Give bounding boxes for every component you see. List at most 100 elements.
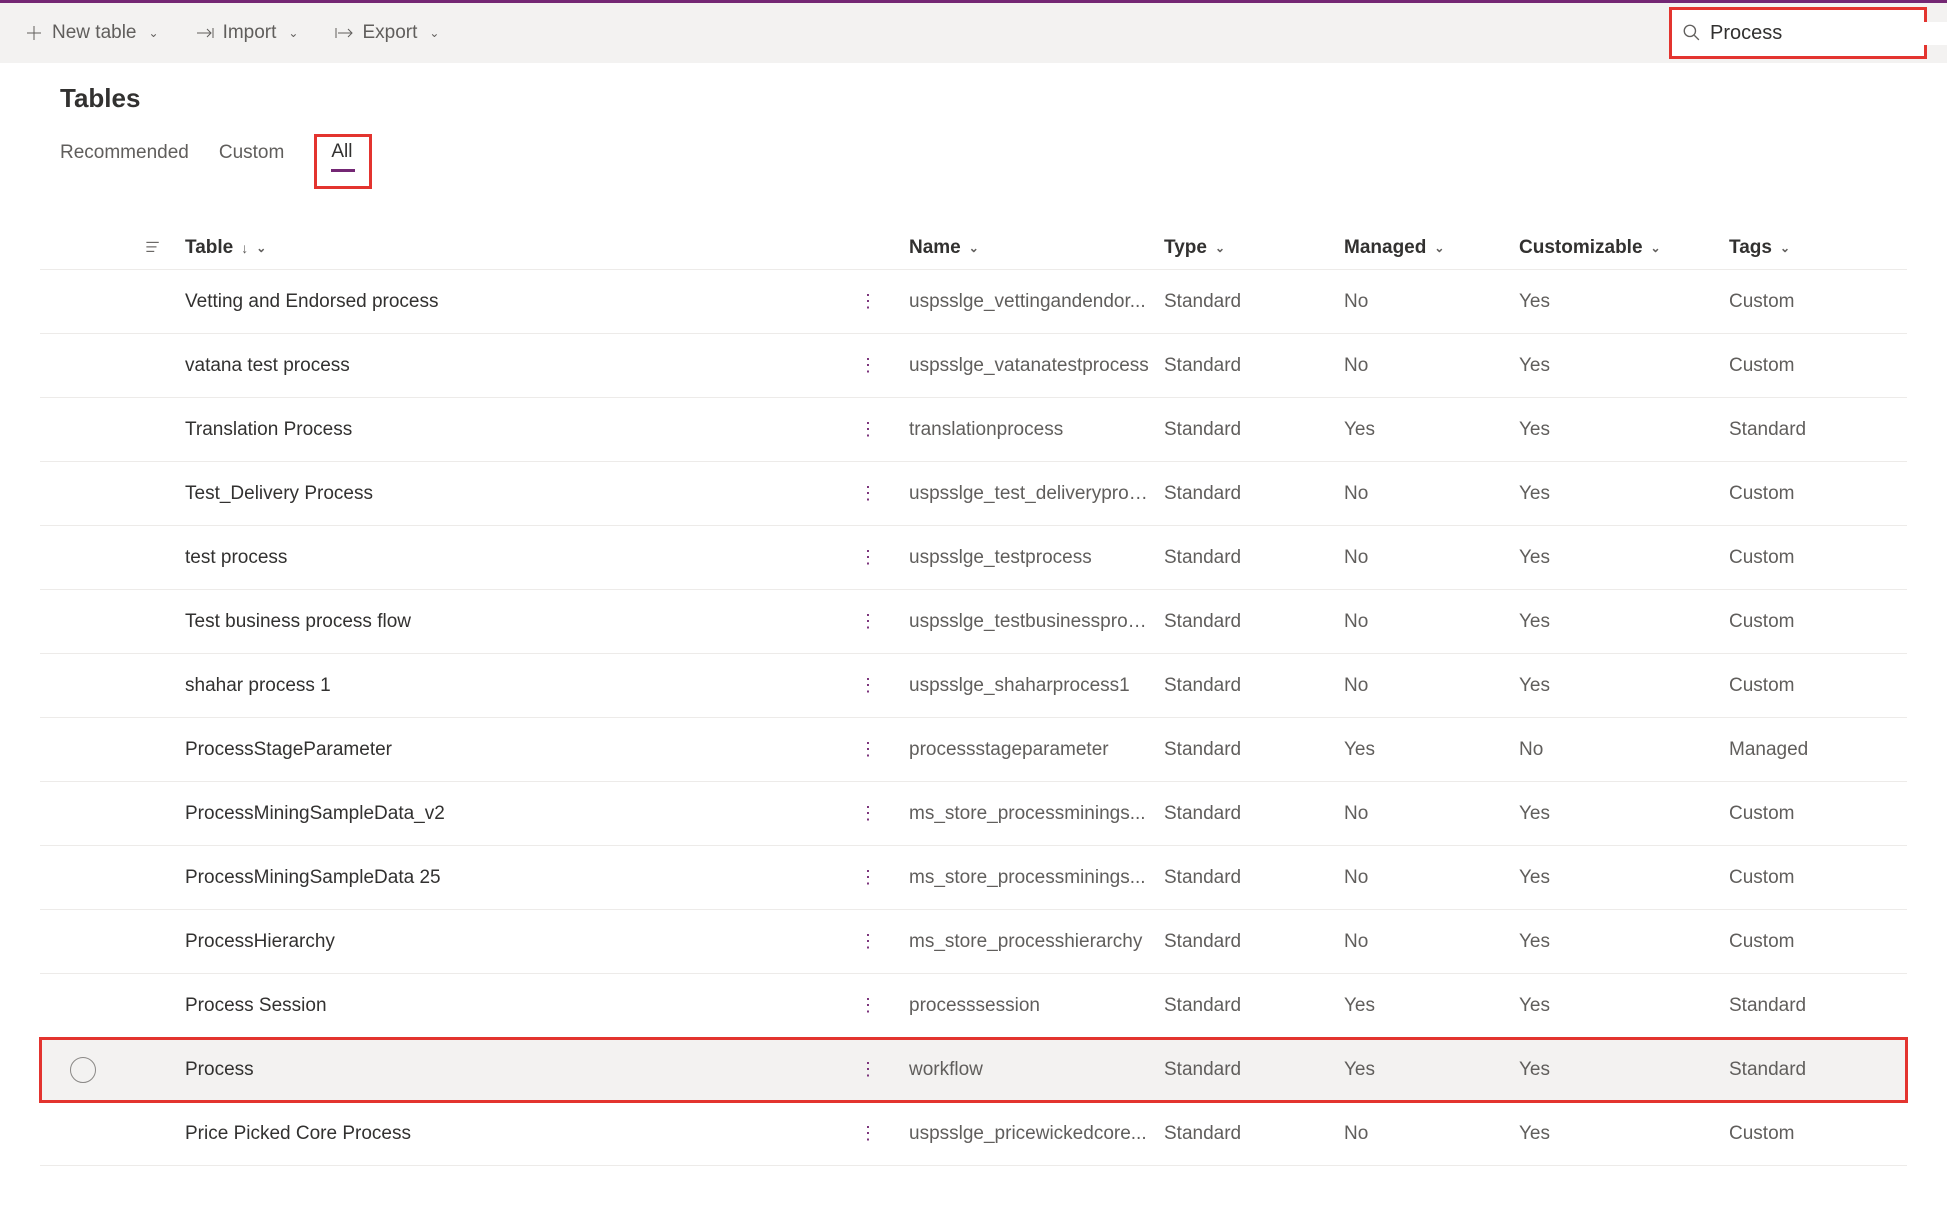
more-vertical-icon[interactable]: ⋮ <box>859 291 876 311</box>
search-box[interactable] <box>1669 7 1927 59</box>
cell-type: Standard <box>1164 355 1344 377</box>
more-vertical-icon[interactable]: ⋮ <box>859 611 876 631</box>
page-title: Tables <box>0 63 1947 124</box>
chevron-down-icon: ⌄ <box>256 241 266 255</box>
cell-table[interactable]: ProcessMiningSampleData_v2 <box>179 803 859 825</box>
more-vertical-icon[interactable]: ⋮ <box>859 483 876 503</box>
row-more-menu[interactable]: ⋮ <box>859 1059 909 1081</box>
table-row[interactable]: Process⋮workflowStandardYesYesStandard <box>40 1038 1907 1102</box>
radio-unchecked-icon[interactable] <box>70 1057 96 1083</box>
row-more-menu[interactable]: ⋮ <box>859 355 909 377</box>
column-header-type[interactable]: Type ⌄ <box>1164 237 1344 259</box>
chevron-down-icon: ⌄ <box>1215 241 1225 255</box>
row-more-menu[interactable]: ⋮ <box>859 483 909 505</box>
cell-table[interactable]: Translation Process <box>179 419 859 441</box>
more-vertical-icon[interactable]: ⋮ <box>859 931 876 951</box>
tab-all[interactable]: All <box>314 134 372 189</box>
more-vertical-icon[interactable]: ⋮ <box>859 995 876 1015</box>
table-row[interactable]: Price Picked Core Process⋮uspsslge_price… <box>40 1102 1907 1166</box>
row-more-menu[interactable]: ⋮ <box>859 611 909 633</box>
column-header-table[interactable]: Table ↓ ⌄ <box>179 237 859 259</box>
cell-customizable: Yes <box>1519 931 1729 953</box>
new-table-label: New table <box>52 22 137 44</box>
tab-custom[interactable]: Custom <box>219 134 284 176</box>
column-header-tags[interactable]: Tags ⌄ <box>1729 237 1907 259</box>
table-row[interactable]: shahar process 1⋮uspsslge_shaharprocess1… <box>40 654 1907 718</box>
new-table-button[interactable]: New table ⌄ <box>20 16 163 50</box>
cell-table[interactable]: Vetting and Endorsed process <box>179 291 859 313</box>
row-more-menu[interactable]: ⋮ <box>859 867 909 889</box>
active-tab-underline <box>331 169 355 172</box>
row-more-menu[interactable]: ⋮ <box>859 291 909 313</box>
more-vertical-icon[interactable]: ⋮ <box>859 419 876 439</box>
table-row[interactable]: ProcessHierarchy⋮ms_store_processhierarc… <box>40 910 1907 974</box>
cell-type: Standard <box>1164 1059 1344 1081</box>
cell-tags: Standard <box>1729 995 1907 1017</box>
cell-table[interactable]: Process <box>179 1059 859 1081</box>
import-label: Import <box>223 22 277 44</box>
search-input[interactable] <box>1710 22 1947 45</box>
export-button[interactable]: Export ⌄ <box>330 16 443 50</box>
row-more-menu[interactable]: ⋮ <box>859 931 909 953</box>
cell-table[interactable]: test process <box>179 547 859 569</box>
table-row[interactable]: ProcessMiningSampleData 25⋮ms_store_proc… <box>40 846 1907 910</box>
more-vertical-icon[interactable]: ⋮ <box>859 675 876 695</box>
cell-table[interactable]: Test_Delivery Process <box>179 483 859 505</box>
tabs: Recommended Custom All <box>0 124 1947 189</box>
row-more-menu[interactable]: ⋮ <box>859 803 909 825</box>
more-vertical-icon[interactable]: ⋮ <box>859 739 876 759</box>
cell-managed: No <box>1344 1123 1519 1145</box>
cell-table[interactable]: vatana test process <box>179 355 859 377</box>
cell-managed: No <box>1344 803 1519 825</box>
cell-type: Standard <box>1164 419 1344 441</box>
row-select[interactable] <box>40 1057 125 1083</box>
cell-customizable: No <box>1519 739 1729 761</box>
column-header-managed[interactable]: Managed ⌄ <box>1344 237 1519 259</box>
more-vertical-icon[interactable]: ⋮ <box>859 1123 876 1143</box>
chevron-down-icon: ⌄ <box>1434 241 1444 255</box>
table-row[interactable]: Test business process flow⋮ uspsslge_test… <box>40 590 1907 654</box>
column-header-name[interactable]: Name ⌄ <box>909 237 1164 259</box>
table-row[interactable]: Vetting and Endorsed process⋮uspsslge_ve… <box>40 270 1907 334</box>
cell-table[interactable]: ProcessMiningSampleData 25 <box>179 867 859 889</box>
row-more-menu[interactable]: ⋮ <box>859 995 909 1017</box>
export-icon <box>334 23 354 43</box>
more-vertical-icon[interactable]: ⋮ <box>859 547 876 567</box>
cell-name: ms_store_processminings... <box>909 803 1164 825</box>
cell-table[interactable]: Process Session <box>179 995 859 1017</box>
table-row[interactable]: ProcessStageParameter⋮ processstageparame… <box>40 718 1907 782</box>
cell-table[interactable]: shahar process 1 <box>179 675 859 697</box>
more-vertical-icon[interactable]: ⋮ <box>859 867 876 887</box>
tab-recommended[interactable]: Recommended <box>60 134 189 176</box>
cell-name: workflow <box>909 1059 1164 1081</box>
chevron-down-icon: ⌄ <box>288 26 298 40</box>
table-row[interactable]: test process⋮uspsslge_testprocessStandar… <box>40 526 1907 590</box>
cell-table[interactable]: Test business process flow <box>179 611 859 633</box>
cell-table[interactable]: ProcessHierarchy <box>179 931 859 953</box>
sort-descending-icon: ↓ <box>241 240 248 256</box>
more-vertical-icon[interactable]: ⋮ <box>859 355 876 375</box>
table-row[interactable]: Process Session⋮processsessionStandardYe… <box>40 974 1907 1038</box>
cell-name: processstageparameter <box>909 739 1164 761</box>
table-row[interactable]: Test_Delivery Process⋮uspsslge_test_deli… <box>40 462 1907 526</box>
cell-name: uspsslge_vatanatestprocess <box>909 355 1164 377</box>
cell-table[interactable]: ProcessStageParameter <box>179 739 859 761</box>
column-header-managed-label: Managed <box>1344 237 1426 259</box>
cell-name: uspsslge_testbusinessproc... <box>909 611 1164 633</box>
table-row[interactable]: vatana test process⋮ uspsslge_vatanatestp… <box>40 334 1907 398</box>
row-more-menu[interactable]: ⋮ <box>859 419 909 441</box>
column-header-customizable[interactable]: Customizable ⌄ <box>1519 237 1729 259</box>
cell-table[interactable]: Price Picked Core Process <box>179 1123 859 1145</box>
row-more-menu[interactable]: ⋮ <box>859 1123 909 1145</box>
row-more-menu[interactable]: ⋮ <box>859 547 909 569</box>
row-more-menu[interactable]: ⋮ <box>859 675 909 697</box>
table-row[interactable]: Translation Process⋮translationprocessSt… <box>40 398 1907 462</box>
more-vertical-icon[interactable]: ⋮ <box>859 1059 876 1079</box>
table-row[interactable]: ProcessMiningSampleData_v2⋮ ms_store_proc… <box>40 782 1907 846</box>
more-vertical-icon[interactable]: ⋮ <box>859 803 876 823</box>
chevron-down-icon: ⌄ <box>1651 241 1661 255</box>
import-button[interactable]: Import ⌄ <box>191 16 303 50</box>
list-sort-icon[interactable] <box>125 239 179 257</box>
row-more-menu[interactable]: ⋮ <box>859 739 909 761</box>
cell-customizable: Yes <box>1519 547 1729 569</box>
